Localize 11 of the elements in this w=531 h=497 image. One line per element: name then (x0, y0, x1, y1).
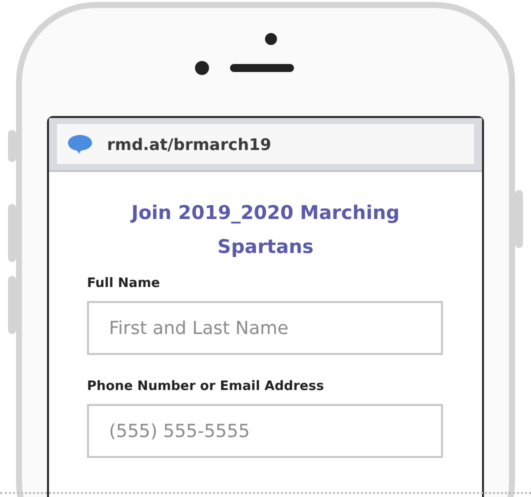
url-text: rmd.at/brmarch19 (107, 134, 272, 154)
input-field[interactable]: First and Last Name (87, 301, 443, 355)
speech-bubble-icon (67, 134, 93, 154)
input-field[interactable]: (555) 555-5555 (87, 404, 443, 458)
field-label: Full Name (87, 276, 161, 291)
camera-dot (265, 33, 277, 45)
sensor-dot (195, 61, 209, 75)
field-label: Phone Number or Email Address (87, 379, 325, 394)
form-title: Join 2019_2020 Marching Spartans (129, 201, 401, 260)
address-field[interactable]: rmd.at/brmarch19 (57, 124, 474, 164)
speaker-slot (230, 64, 294, 72)
